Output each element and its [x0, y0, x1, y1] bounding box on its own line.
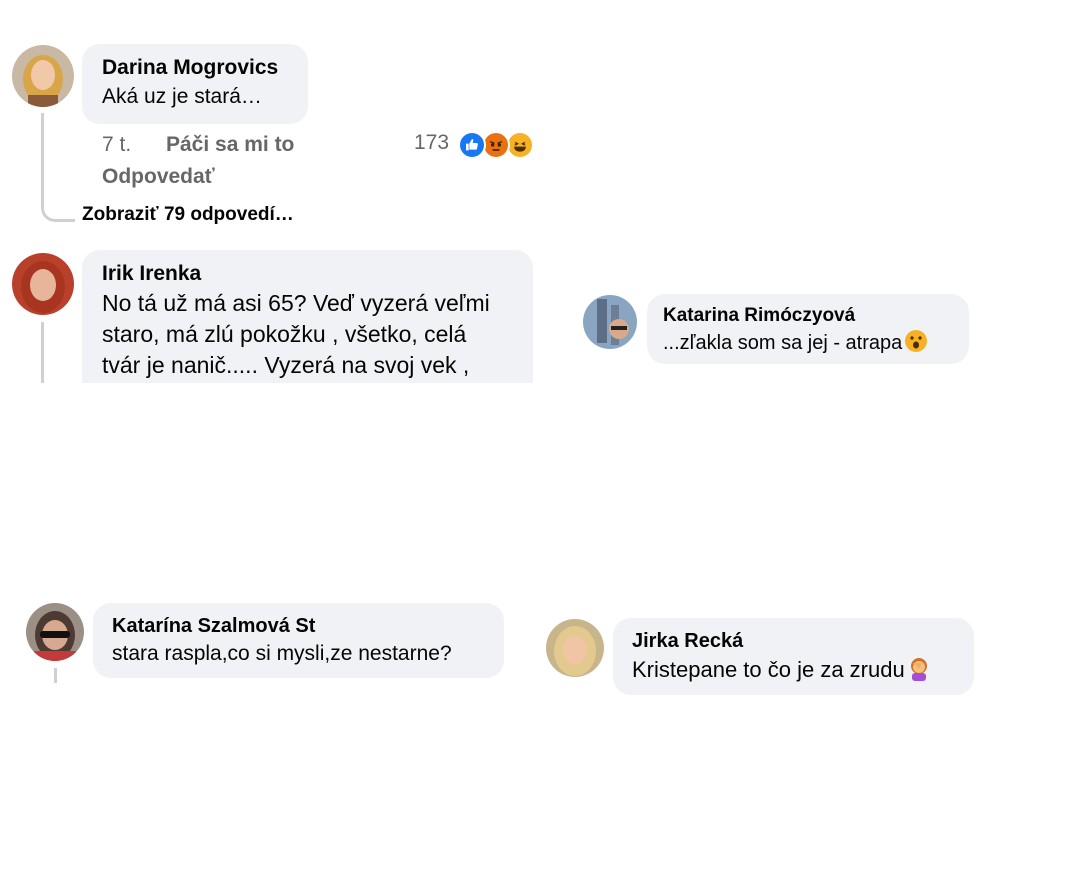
like-icon — [458, 131, 486, 159]
avatar-katarina-rimoczyova[interactable] — [583, 295, 637, 349]
comment-text: ...zľakla som sa jej - atrapa — [663, 328, 969, 358]
comment-author[interactable]: Katarina Rimóczyová — [663, 304, 969, 328]
crop-mask — [0, 383, 560, 413]
comment-author[interactable]: Katarína Szalmová St — [112, 613, 504, 639]
comment-bubble-rimoczyova: Katarina Rimóczyová ...zľakla som sa jej… — [647, 294, 969, 364]
like-button[interactable]: Páči sa mi to — [166, 133, 294, 157]
astonished-face-icon — [905, 330, 928, 352]
comment-timestamp[interactable]: 7 t. — [102, 133, 131, 157]
thread-line-curve — [41, 204, 75, 222]
thread-line-vertical — [41, 322, 44, 383]
comment-bubble-szalmova: Katarína Szalmová St stara raspla,co si … — [93, 603, 504, 678]
reaction-count[interactable]: 173 — [414, 131, 449, 155]
avatar-jirka-recka[interactable] — [546, 619, 604, 677]
avatar-katarina-szalmova[interactable] — [26, 603, 84, 661]
reply-button[interactable]: Odpovedať — [102, 165, 215, 189]
comment-author[interactable]: Irik Irenka — [102, 260, 533, 288]
comment-bubble-recka: Jirka Recká Kristepane to čo je za zrudu — [613, 618, 974, 695]
facepalm-woman-icon — [910, 658, 927, 681]
comment-bubble-darina: Darina Mogrovics Aká uz je stará… — [82, 44, 308, 124]
show-replies-link[interactable]: Zobraziť 79 odpovedí… — [82, 204, 294, 226]
comment-text-line-3: tvár je nanič..... Vyzerá na svoj vek , — [102, 352, 470, 378]
comment-text-line-1: No tá už má asi 65? Veď vyzerá veľmi — [102, 290, 490, 316]
angry-icon — [482, 131, 510, 159]
comment-bubble-irik: Irik Irenka No tá už má asi 65? Veď vyze… — [82, 250, 533, 400]
avatar-darina-mogrovics[interactable] — [12, 45, 74, 107]
comment-author[interactable]: Darina Mogrovics — [102, 54, 308, 82]
comment-text-line-2: staro, má zlú pokožku , všetko, celá — [102, 321, 467, 347]
avatar-irik-irenka[interactable] — [12, 253, 74, 315]
thread-line-vertical — [54, 668, 57, 683]
haha-icon — [506, 131, 534, 159]
thread-line-vertical — [41, 113, 44, 208]
comment-author[interactable]: Jirka Recká — [632, 628, 974, 654]
comment-text: stara raspla,co si mysli,ze nestarne? — [112, 642, 452, 665]
comment-text: Kristepane to čo je za zrudu — [632, 654, 974, 686]
comment-text: Aká uz je stará… — [102, 85, 262, 108]
